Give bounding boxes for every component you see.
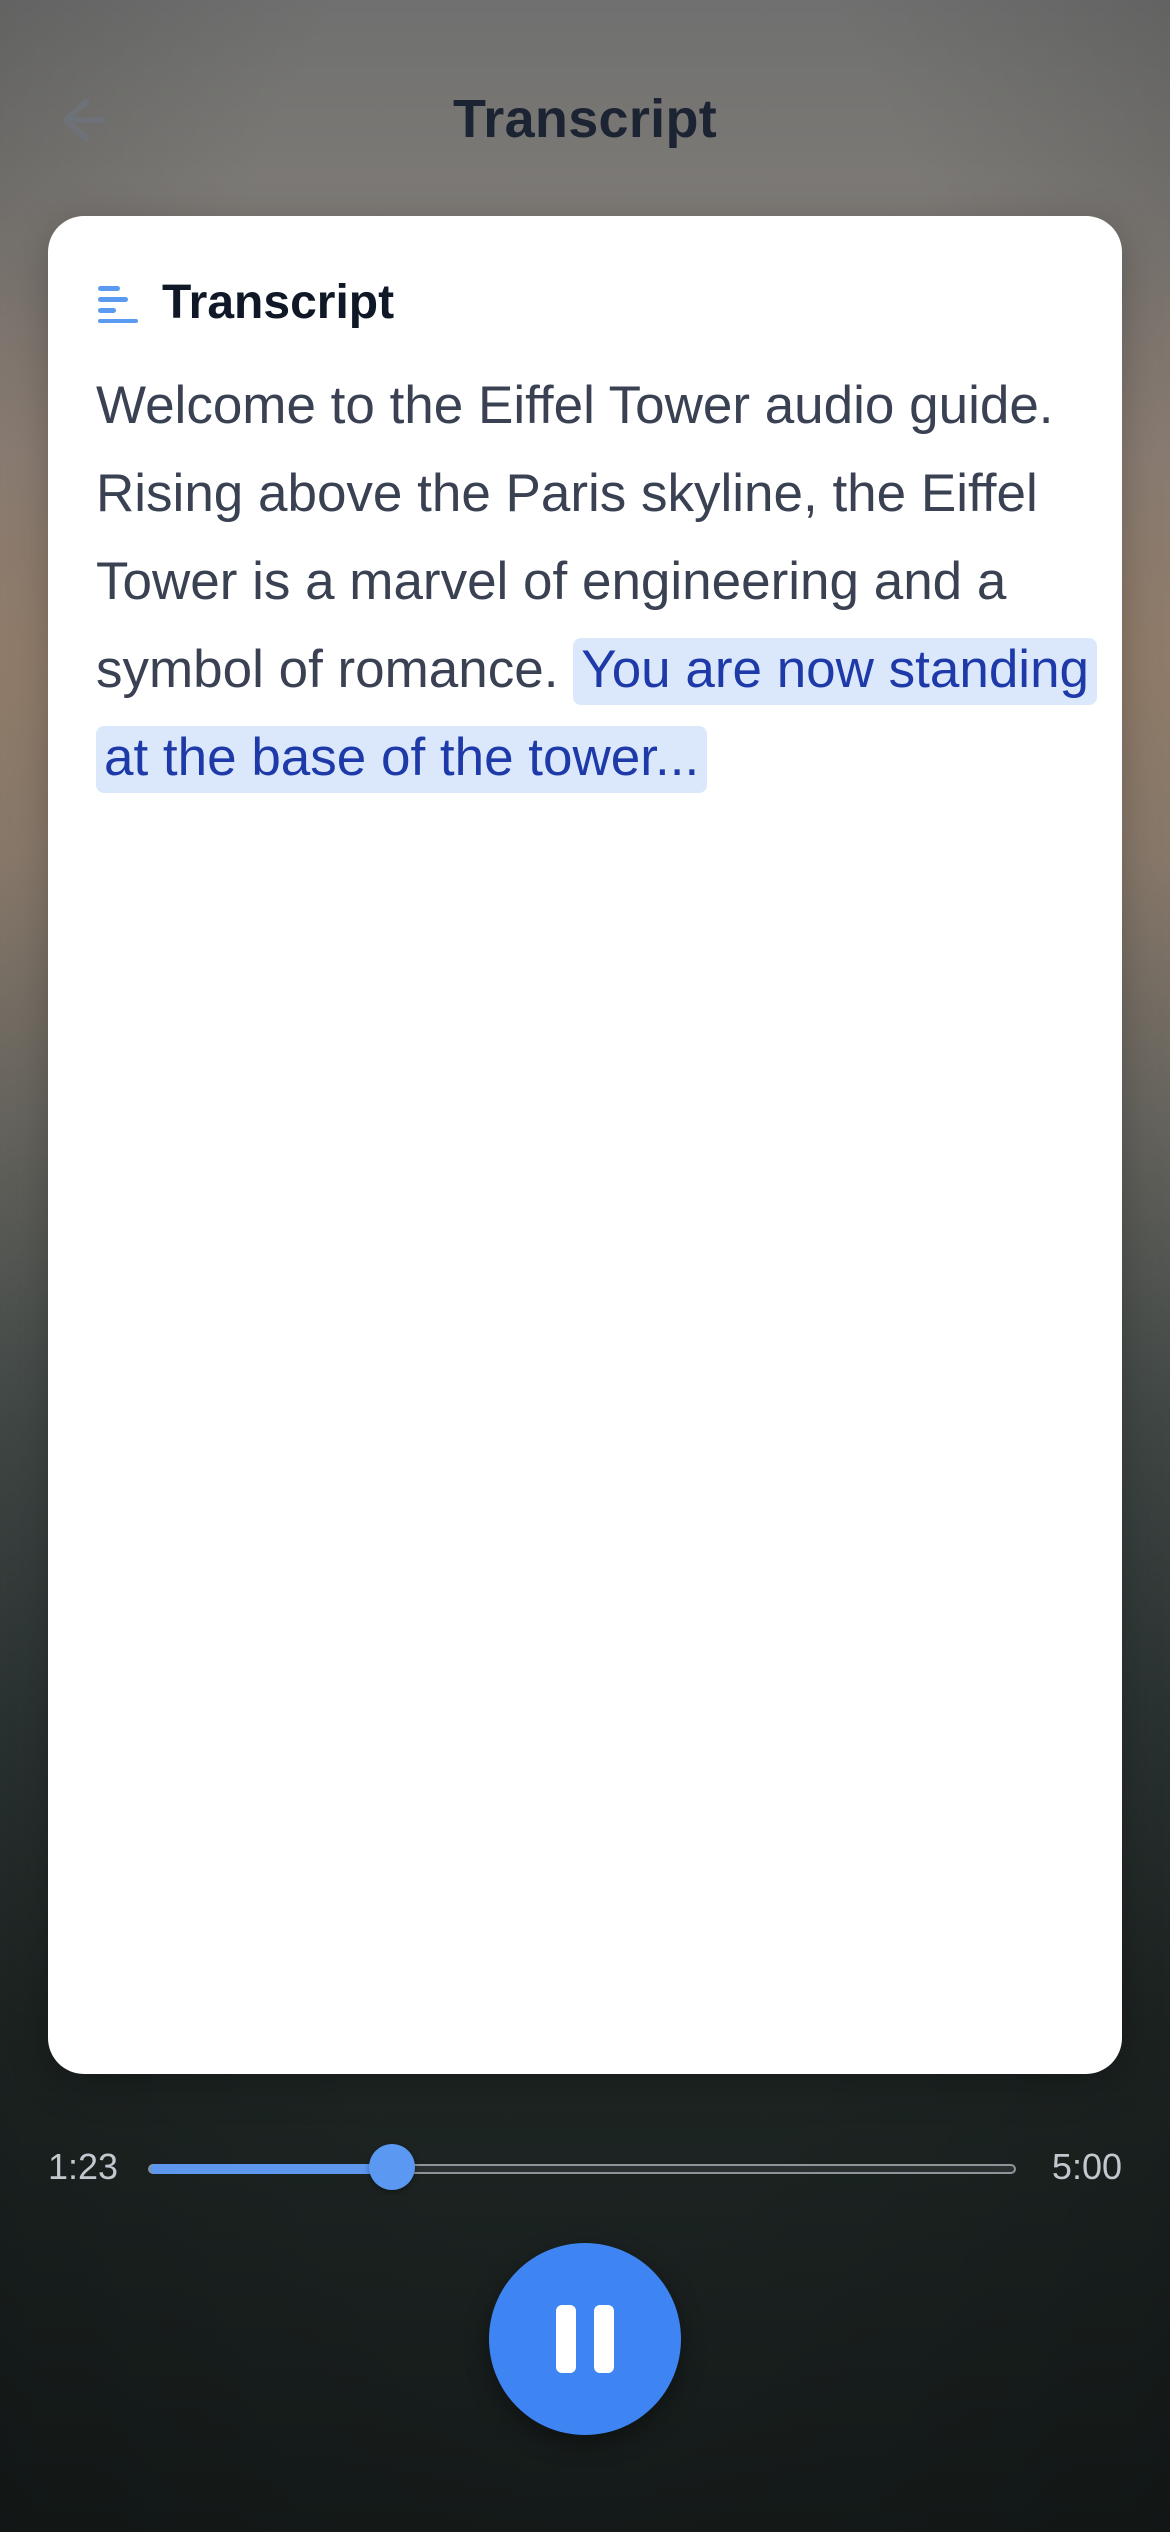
transcript-card: Transcript Welcome to the Eiffel Tower a…	[48, 216, 1122, 2074]
progress-fill	[150, 2164, 392, 2174]
top-bar: Transcript	[0, 60, 1170, 180]
progress-slider[interactable]	[148, 2144, 1016, 2190]
transcript-text: Welcome to the Eiffel Tower audio guide.…	[96, 362, 1098, 802]
page-title: Transcript	[452, 89, 718, 149]
card-header: Transcript	[96, 272, 394, 332]
list-icon	[96, 280, 140, 324]
pause-icon	[547, 2305, 623, 2373]
pause-button[interactable]	[489, 2243, 681, 2435]
elapsed-time: 1:23	[48, 2146, 119, 2187]
progress-thumb[interactable]	[368, 2144, 415, 2190]
total-time: 5:00	[1051, 2146, 1122, 2187]
card-title: Transcript	[162, 275, 395, 329]
